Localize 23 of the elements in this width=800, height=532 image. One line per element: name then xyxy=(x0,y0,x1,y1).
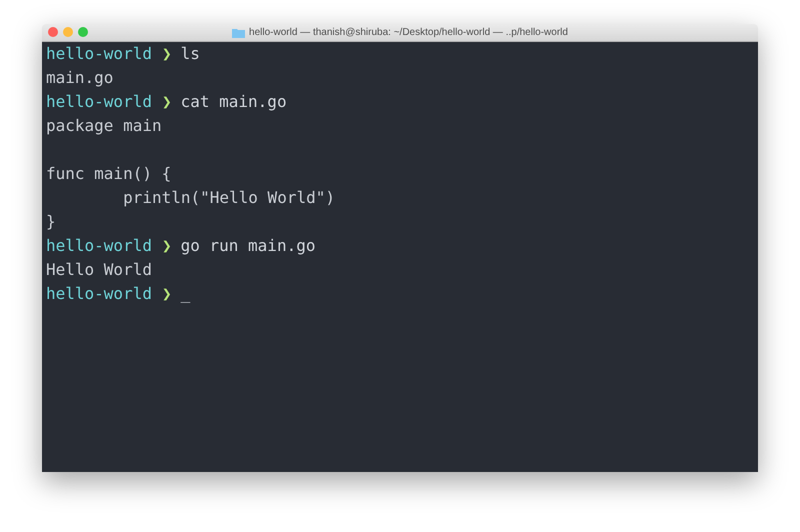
zoom-button[interactable] xyxy=(78,27,88,37)
prompt-directory: hello-world xyxy=(46,235,152,257)
prompt-directory: hello-world xyxy=(46,43,152,65)
prompt-directory: hello-world xyxy=(46,283,152,305)
close-button[interactable] xyxy=(48,27,58,37)
prompt-arrow: ❯ xyxy=(162,283,172,305)
minimize-button[interactable] xyxy=(63,27,73,37)
folder-icon xyxy=(232,28,246,38)
prompt-arrow: ❯ xyxy=(162,235,172,257)
text-cursor: _ xyxy=(180,283,190,305)
command-text: ls xyxy=(180,43,200,65)
output-text: println("Hello World") xyxy=(122,187,335,209)
command-text: cat main.go xyxy=(180,91,287,113)
command-text: go run main.go xyxy=(180,235,316,257)
output-text: func main() { xyxy=(46,163,172,185)
window-title: hello-world — thanish@shiruba: ~/Desktop/hello-world — ..p/hello-world xyxy=(249,27,568,38)
prompt-arrow: ❯ xyxy=(162,43,172,65)
prompt-directory: hello-world xyxy=(46,91,152,113)
output-text: } xyxy=(46,211,56,233)
output-text: main.go xyxy=(46,67,114,89)
output-text: package main xyxy=(46,115,162,137)
prompt-arrow: ❯ xyxy=(162,91,172,113)
output-text: Hello World xyxy=(46,259,152,281)
